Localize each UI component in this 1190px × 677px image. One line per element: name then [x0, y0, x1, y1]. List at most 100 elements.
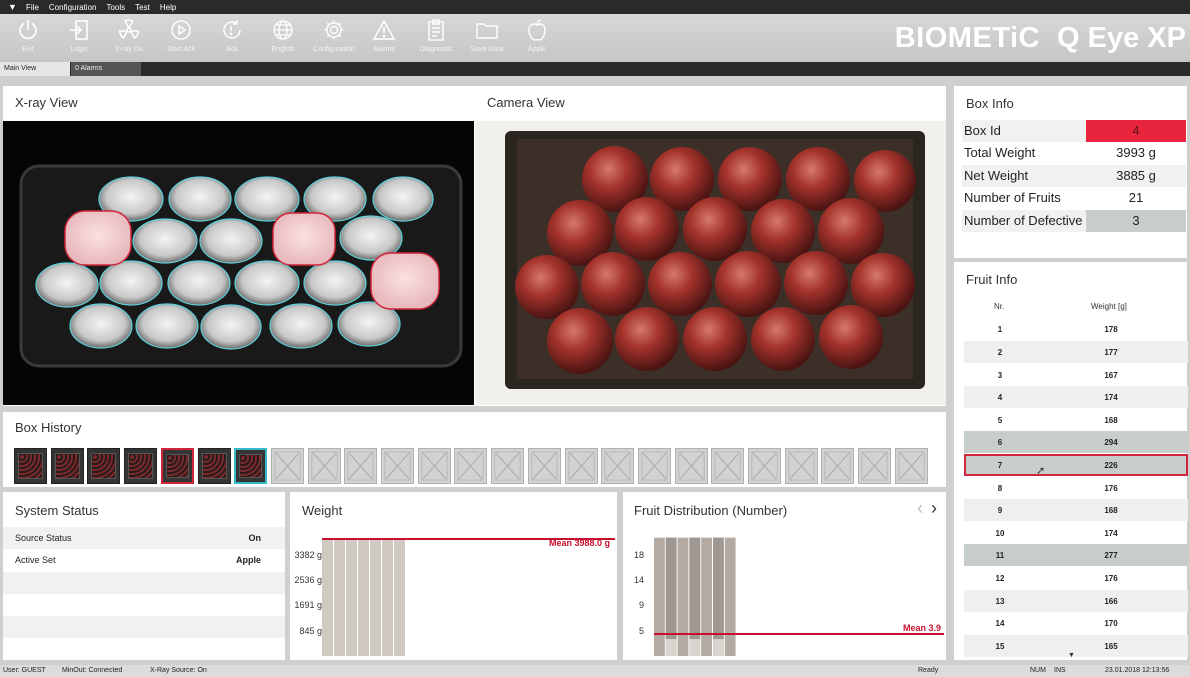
camera-view-title: Camera View — [487, 95, 565, 110]
weight-chart[interactable] — [322, 532, 617, 656]
box-history-thumbnail[interactable] — [124, 448, 158, 484]
start-ack-label: Start Ack — [166, 46, 195, 53]
ack-button[interactable]: Ack — [207, 18, 257, 60]
camera-image[interactable] — [475, 121, 946, 405]
menu-test[interactable]: Test — [135, 3, 150, 12]
menu-tools[interactable]: Tools — [106, 3, 125, 12]
start-ack-button[interactable]: Start Ack — [156, 18, 206, 60]
distribution-tick-label: 5 — [638, 626, 644, 636]
row-weight: 178 — [1104, 325, 1118, 334]
empty-slot-icon — [604, 451, 631, 481]
table-row[interactable]: 2 177 — [964, 341, 1188, 363]
chart-prev-arrow-icon[interactable]: ‹ — [917, 498, 923, 519]
row-weight: 226 — [1104, 461, 1118, 470]
xray-on-button[interactable]: X-ray On — [104, 18, 154, 60]
fruit-info-title: Fruit Info — [966, 272, 1018, 287]
empty-history-slot — [784, 448, 818, 484]
box-thumbnail-image — [128, 453, 154, 479]
total-weight-row: Total Weight 3993 g — [962, 142, 1186, 164]
brand-text-accent: i — [1009, 22, 1019, 54]
row-nr: 14 — [995, 619, 1005, 628]
distribution-tick-label: 18 — [633, 550, 644, 560]
source-status-value: On — [248, 533, 262, 543]
distribution-chart-title: Fruit Distribution (Number) — [634, 503, 788, 518]
distribution-chart[interactable] — [654, 532, 946, 656]
empty-history-slot — [454, 448, 488, 484]
exit-label: Exit — [22, 46, 34, 53]
alarms-button[interactable]: Alarms — [359, 18, 409, 60]
scroll-down-icon[interactable]: ▼ — [1068, 652, 1075, 659]
table-row[interactable]: 7 226 — [964, 454, 1188, 476]
empty-slot-icon — [347, 451, 374, 481]
table-row[interactable]: 6 294 — [964, 431, 1188, 453]
box-history-thumbnail[interactable] — [87, 448, 121, 484]
login-button[interactable]: Login — [54, 18, 104, 60]
box-history-thumbnail[interactable] — [14, 448, 47, 484]
table-row[interactable]: 9 168 — [964, 499, 1188, 521]
box-id-value: 4 — [1086, 120, 1186, 142]
table-row[interactable]: 3 167 — [964, 364, 1188, 386]
row-nr: 4 — [997, 393, 1003, 402]
exit-button[interactable]: Exit — [3, 18, 53, 60]
row-weight: 176 — [1104, 574, 1118, 583]
weight-bar — [394, 538, 405, 656]
table-row[interactable]: 1 178 — [964, 318, 1188, 340]
row-weight: 177 — [1104, 348, 1118, 357]
weight-tick-label: 845 g — [299, 626, 322, 636]
table-row[interactable]: 12 176 — [964, 567, 1188, 589]
box-history-thumbnail[interactable] — [234, 448, 268, 484]
empty-history-slot — [711, 448, 745, 484]
weight-bar — [358, 538, 369, 656]
distribution-bar — [654, 537, 665, 656]
save-data-button[interactable]: Save Data — [462, 18, 512, 60]
diagnostic-button[interactable]: Diagnostic — [411, 18, 461, 60]
source-status-row: Source Status On — [3, 527, 285, 549]
menu-configuration[interactable]: Configuration — [49, 3, 97, 12]
table-row[interactable]: 11 277 — [964, 544, 1188, 566]
row-nr: 11 — [995, 551, 1005, 560]
table-row[interactable]: 15 165 — [964, 635, 1188, 657]
product-name: Q Eye XP — [1057, 22, 1186, 54]
table-row[interactable]: 13 166 — [964, 590, 1188, 612]
status-datetime: 23.01.2018 12:13:56 — [1105, 667, 1170, 674]
globe-icon — [273, 20, 293, 40]
box-thumbnail-image — [201, 453, 227, 479]
box-history-thumbnail[interactable] — [50, 448, 84, 484]
english-button[interactable]: English — [258, 18, 308, 60]
row-weight: 294 — [1104, 438, 1118, 447]
tab-main-view[interactable]: Main View — [0, 62, 70, 76]
empty-status-row — [3, 616, 285, 638]
configuration-label: Configuration — [313, 46, 355, 53]
weight-chart-title: Weight — [302, 503, 343, 518]
brand-logo: BIOMETiC — [895, 22, 1040, 55]
row-weight: 174 — [1104, 529, 1118, 538]
configuration-button[interactable]: Configuration — [309, 18, 359, 60]
apple-icon — [528, 19, 546, 41]
box-thumbnail-image — [54, 453, 80, 479]
box-history-thumbnail[interactable] — [197, 448, 231, 484]
table-row[interactable]: 14 170 — [964, 612, 1188, 634]
table-row[interactable]: 4 174 — [964, 386, 1188, 408]
box-history-thumbnail[interactable] — [160, 448, 194, 484]
row-nr: 6 — [997, 438, 1003, 447]
distribution-mean-label: Mean 3.9 — [903, 623, 942, 633]
folder-icon — [476, 23, 498, 39]
table-row[interactable]: 5 168 — [964, 409, 1188, 431]
chart-next-arrow-icon[interactable]: › — [931, 498, 937, 519]
distribution-defect-segment — [689, 537, 701, 640]
table-row[interactable]: 10 174 — [964, 522, 1188, 544]
status-num: NUM — [1030, 667, 1046, 674]
apple-button[interactable]: Apple — [512, 18, 562, 60]
empty-history-slot — [491, 448, 525, 484]
menu-help[interactable]: Help — [160, 3, 176, 12]
empty-history-slot — [821, 448, 855, 484]
tab-alarms[interactable]: 0 Alarms — [71, 62, 141, 76]
ack-label: Ack — [226, 46, 238, 53]
xray-image[interactable] — [3, 121, 474, 405]
row-weight: 166 — [1104, 597, 1118, 606]
empty-slot-icon — [531, 451, 558, 481]
ack-icon — [223, 20, 241, 39]
menu-file[interactable]: File — [26, 3, 39, 12]
row-nr: 12 — [995, 574, 1005, 583]
table-row[interactable]: 8 176 — [964, 477, 1188, 499]
